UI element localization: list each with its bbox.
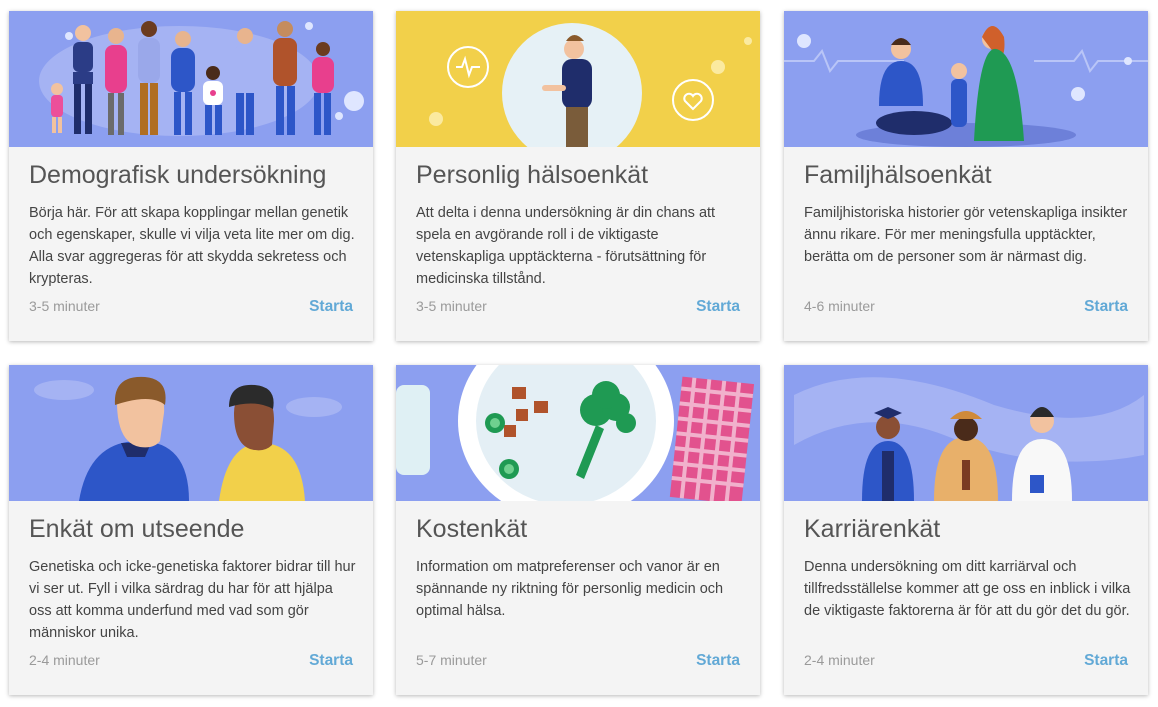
food-plate-illustration — [396, 365, 760, 501]
card-duration: 3-5 minuter — [416, 298, 487, 314]
card-title: Karriärenkät — [804, 515, 941, 543]
card-description: Familjhistoriska historier gör vetenskap… — [804, 205, 1128, 265]
family-illustration — [784, 11, 1148, 147]
professions-illustration — [784, 365, 1148, 501]
survey-card-demographic: Demografisk undersökning Börja här. För … — [9, 11, 373, 341]
person-health-illustration — [396, 11, 760, 147]
survey-card-personal-health: Personlig hälsoenkät Att delta i denna u… — [396, 11, 760, 341]
card-title: Enkät om utseende — [29, 515, 245, 543]
start-button[interactable]: Starta — [696, 298, 740, 316]
card-description: Information om matpreferenser och vanor … — [416, 559, 724, 619]
survey-card-diet: Kostenkät Information om matpreferenser … — [396, 365, 760, 695]
group-of-people-illustration — [9, 11, 373, 147]
card-title: Kostenkät — [416, 515, 528, 543]
card-duration: 2-4 minuter — [804, 652, 875, 668]
card-duration: 2-4 minuter — [29, 652, 100, 668]
start-button[interactable]: Starta — [1084, 652, 1128, 670]
card-description: Att delta i denna undersökning är din ch… — [416, 205, 716, 287]
start-button[interactable]: Starta — [309, 298, 353, 316]
card-duration: 5-7 minuter — [416, 652, 487, 668]
card-description: Denna undersökning om ditt karriärval oc… — [804, 559, 1131, 619]
survey-card-appearance: Enkät om utseende Genetiska och icke-gen… — [9, 365, 373, 695]
card-description: Genetiska och icke-genetiska faktorer bi… — [29, 559, 356, 641]
card-title: Familjhälsoenkät — [804, 161, 992, 189]
survey-card-family-health: Familjhälsoenkät Familjhistoriska histor… — [784, 11, 1148, 341]
card-duration: 4-6 minuter — [804, 298, 875, 314]
card-description: Börja här. För att skapa kopplingar mell… — [29, 205, 355, 287]
start-button[interactable]: Starta — [309, 652, 353, 670]
card-title: Demografisk undersökning — [29, 161, 327, 189]
survey-card-career: Karriärenkät Denna undersökning om ditt … — [784, 365, 1148, 695]
start-button[interactable]: Starta — [696, 652, 740, 670]
card-duration: 3-5 minuter — [29, 298, 100, 314]
start-button[interactable]: Starta — [1084, 298, 1128, 316]
card-title: Personlig hälsoenkät — [416, 161, 649, 189]
two-faces-illustration — [9, 365, 373, 501]
